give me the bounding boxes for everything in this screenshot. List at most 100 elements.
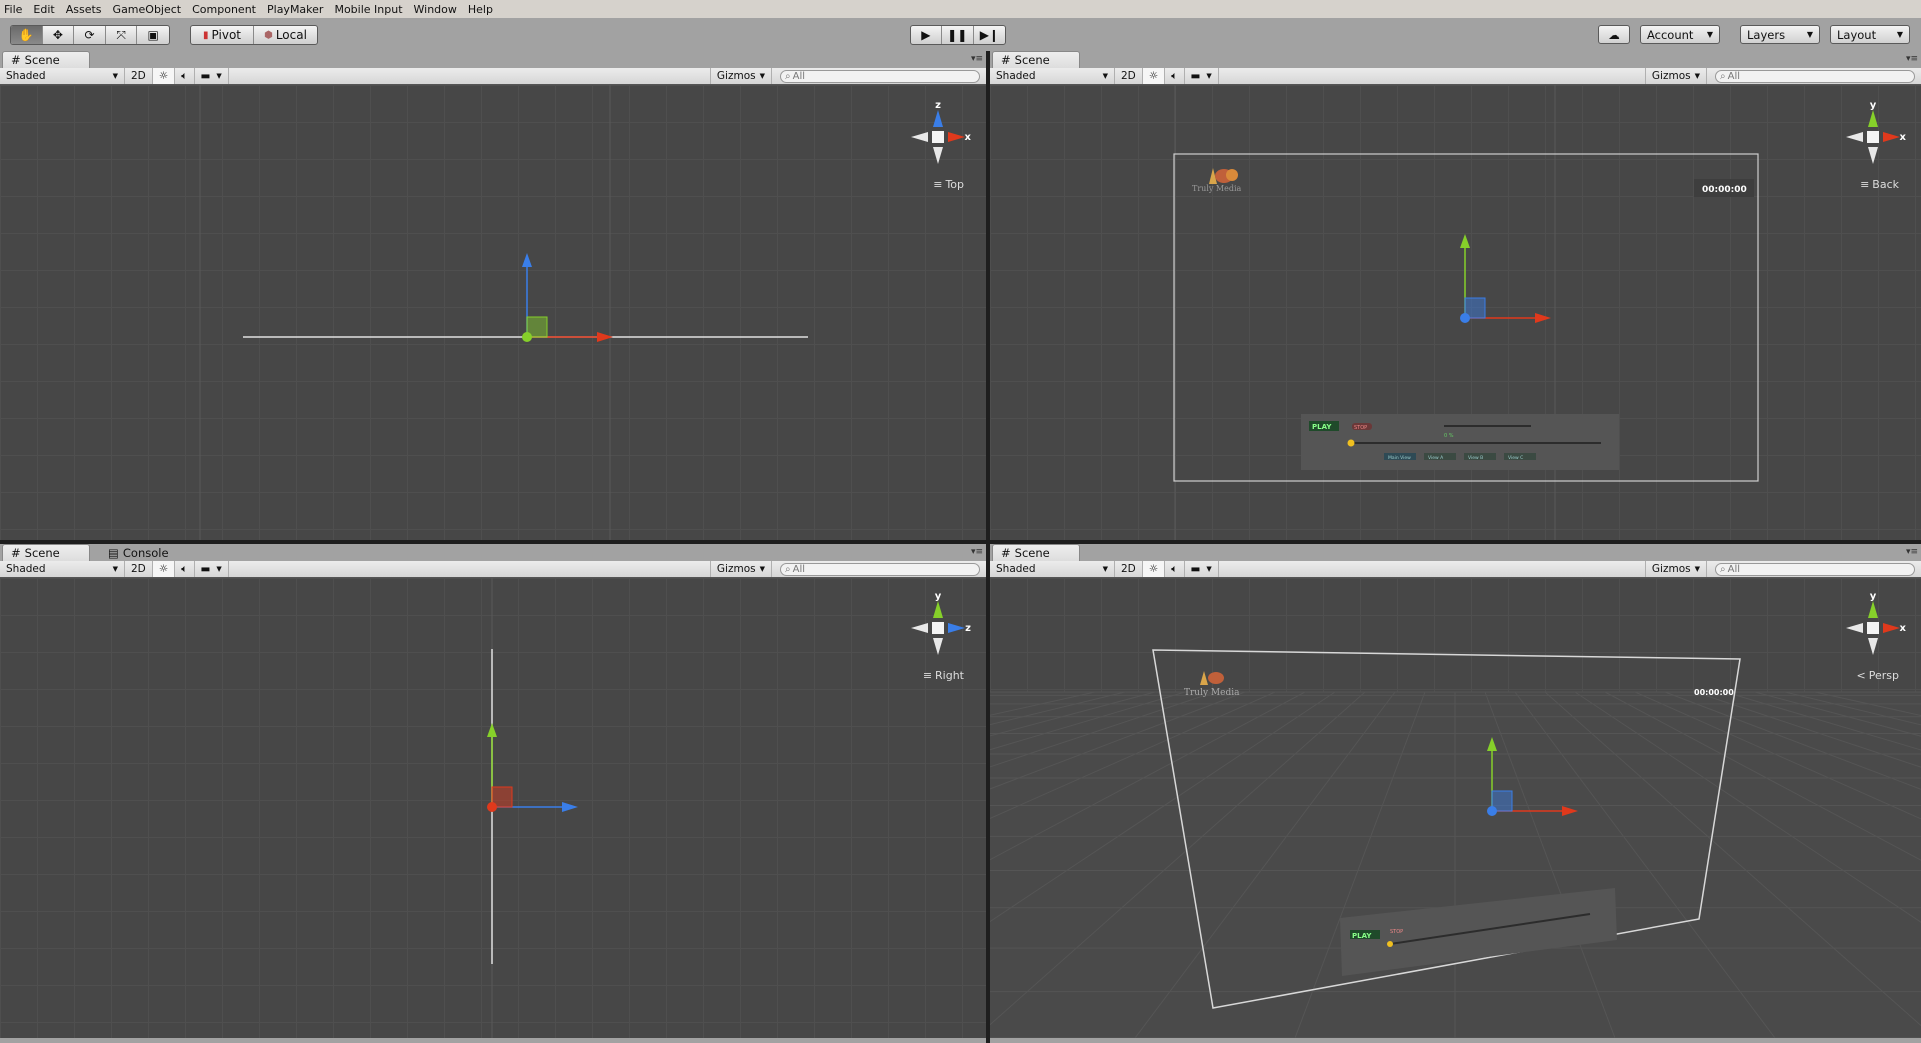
tab-scene[interactable]: # Scene	[992, 544, 1080, 561]
play-button[interactable]: ▶	[911, 26, 942, 44]
tab-scene[interactable]: # Scene	[2, 544, 90, 561]
scene-search-input[interactable]: ⌕ All	[780, 70, 980, 83]
logo-text: Truly Media	[1192, 184, 1242, 193]
scene-content	[199, 85, 808, 540]
audio-toggle[interactable]: 🔈︎	[175, 561, 195, 577]
menu-assets[interactable]: Assets	[66, 3, 102, 16]
panel-tab-row: # Scene ▾≡	[0, 51, 986, 68]
hand-tool-button[interactable]: ✋	[11, 26, 43, 44]
account-dropdown[interactable]: Account ▼	[1640, 25, 1720, 44]
cloud-button[interactable]: ☁	[1598, 25, 1630, 44]
playback-controls: ▶ ❚❚ ▶❙	[910, 25, 1006, 45]
menu-window[interactable]: Window	[414, 3, 457, 16]
shading-dropdown[interactable]: Shaded ▼	[990, 561, 1115, 577]
move-tool-button[interactable]: ✥	[43, 26, 75, 44]
view-gizmo[interactable]: y z	[903, 593, 973, 663]
menu-file[interactable]: File	[4, 3, 22, 16]
scene-toolbar: Shaded ▼ 2D ☼ 🔈︎ ▬ ▼ Gizmos ▼ ⌕ All	[0, 68, 986, 85]
shading-dropdown[interactable]: Shaded ▼	[990, 68, 1115, 84]
orientation-gizmo[interactable]: y z	[903, 593, 973, 663]
effects-dropdown[interactable]: ▬ ▼	[1185, 68, 1219, 84]
scene-search-input[interactable]: ⌕ All	[1715, 70, 1915, 83]
scene-viewport[interactable]: z x ≡ Top	[0, 85, 986, 540]
effects-dropdown[interactable]: ▬ ▼	[1185, 561, 1219, 577]
panel-divider-horizontal[interactable]	[0, 540, 1921, 544]
tab-scene[interactable]: # Scene	[992, 51, 1080, 68]
gizmo-up-axis-label: z	[935, 102, 941, 111]
panel-menu-icon[interactable]: ▾≡	[1906, 54, 1918, 64]
search-placeholder: All	[792, 564, 806, 575]
pause-button[interactable]: ❚❚	[942, 26, 974, 44]
audio-toggle[interactable]: 🔈︎	[175, 68, 195, 84]
scene-search-input[interactable]: ⌕ All	[1715, 563, 1915, 576]
rect-tool-button[interactable]: ▣	[137, 26, 169, 44]
transform-tools: ✋ ✥ ⟳ ⤧ ▣	[10, 25, 170, 45]
2d-toggle[interactable]: 2D	[1115, 561, 1143, 577]
view-label[interactable]: ≡ Top	[933, 178, 964, 191]
effects-dropdown[interactable]: ▬ ▼	[195, 68, 229, 84]
view-label[interactable]: ≡ Right	[923, 669, 964, 682]
lighting-toggle[interactable]: ☼	[1142, 68, 1166, 84]
search-icon: ⌕	[1720, 71, 1726, 82]
local-button[interactable]: ⬢ Local	[254, 26, 317, 44]
gizmos-dropdown[interactable]: Gizmos ▼	[709, 561, 772, 577]
2d-label: 2D	[1121, 563, 1136, 575]
speaker-icon: 🔈︎	[1171, 562, 1178, 575]
orientation-gizmo[interactable]: y x	[1838, 593, 1908, 663]
tab-scene[interactable]: # Scene	[2, 51, 90, 68]
view-label[interactable]: < Persp	[1857, 669, 1899, 682]
lighting-toggle[interactable]: ☼	[1142, 561, 1166, 577]
speaker-icon: 🔈︎	[1171, 69, 1178, 82]
shading-dropdown[interactable]: Shaded ▼	[0, 561, 125, 577]
scene-viewport[interactable]: y z ≡ Right	[0, 578, 986, 1038]
2d-toggle[interactable]: 2D	[1115, 68, 1143, 84]
view-label[interactable]: ≡ Back	[1860, 178, 1899, 191]
tab-console[interactable]: ▤ Console	[100, 544, 177, 561]
shading-dropdown[interactable]: Shaded ▼	[0, 68, 125, 84]
view-gizmo[interactable]: z x	[903, 102, 973, 172]
audio-toggle[interactable]: 🔈︎	[1165, 68, 1185, 84]
menu-help[interactable]: Help	[468, 3, 493, 16]
scale-tool-button[interactable]: ⤧	[106, 26, 138, 44]
lighting-toggle[interactable]: ☼	[152, 561, 176, 577]
2d-toggle[interactable]: 2D	[125, 68, 153, 84]
menu-playmaker[interactable]: PlayMaker	[267, 3, 323, 16]
gizmo-right-axis-label: x	[1900, 623, 1907, 634]
orientation-gizmo[interactable]: z x	[903, 102, 973, 172]
scale-icon: ⤧	[116, 27, 126, 42]
view-label-text: Right	[935, 669, 964, 682]
rotate-tool-button[interactable]: ⟳	[74, 26, 106, 44]
orientation-gizmo[interactable]: y x	[1838, 102, 1908, 172]
gizmos-dropdown[interactable]: Gizmos ▼	[1644, 68, 1707, 84]
transform-handle	[487, 723, 578, 812]
gizmos-dropdown[interactable]: Gizmos ▼	[709, 68, 772, 84]
menu-gameobject[interactable]: GameObject	[113, 3, 182, 16]
2d-toggle[interactable]: 2D	[125, 561, 153, 577]
layout-dropdown[interactable]: Layout ▼	[1830, 25, 1910, 44]
up-axis-arrow	[487, 723, 497, 737]
scene-viewport[interactable]: Truly Media 00:00:00 PLAY STOP 0 % Main …	[990, 85, 1921, 540]
audio-toggle[interactable]: 🔈︎	[1165, 561, 1185, 577]
panel-divider-vertical[interactable]	[986, 51, 990, 1043]
pivot-button[interactable]: ▮ Pivot	[191, 26, 255, 44]
step-button[interactable]: ▶❙	[974, 26, 1005, 44]
effects-dropdown[interactable]: ▬ ▼	[195, 561, 229, 577]
image-icon: ▬	[1190, 563, 1201, 575]
logo-shape	[1208, 672, 1224, 684]
gizmos-dropdown[interactable]: Gizmos ▼	[1644, 561, 1707, 577]
view-gizmo[interactable]: y x	[1838, 593, 1908, 663]
local-label: Local	[275, 28, 307, 42]
scene-viewport[interactable]: Truly Media 00:00:00 PLAY STOP y x < Pers…	[990, 578, 1921, 1038]
panel-menu-icon[interactable]: ▾≡	[1906, 547, 1918, 557]
chevron-down-icon: ▼	[112, 565, 118, 573]
menu-mobile-input[interactable]: Mobile Input	[334, 3, 402, 16]
menu-edit[interactable]: Edit	[33, 3, 54, 16]
cube-icon: ⬢	[264, 29, 273, 41]
layers-dropdown[interactable]: Layers ▼	[1740, 25, 1820, 44]
scene-search-input[interactable]: ⌕ All	[780, 563, 980, 576]
lighting-toggle[interactable]: ☼	[152, 68, 176, 84]
view-gizmo[interactable]: y x	[1838, 102, 1908, 172]
panel-menu-icon[interactable]: ▾≡	[971, 54, 983, 64]
panel-menu-icon[interactable]: ▾≡	[971, 547, 983, 557]
menu-component[interactable]: Component	[192, 3, 256, 16]
